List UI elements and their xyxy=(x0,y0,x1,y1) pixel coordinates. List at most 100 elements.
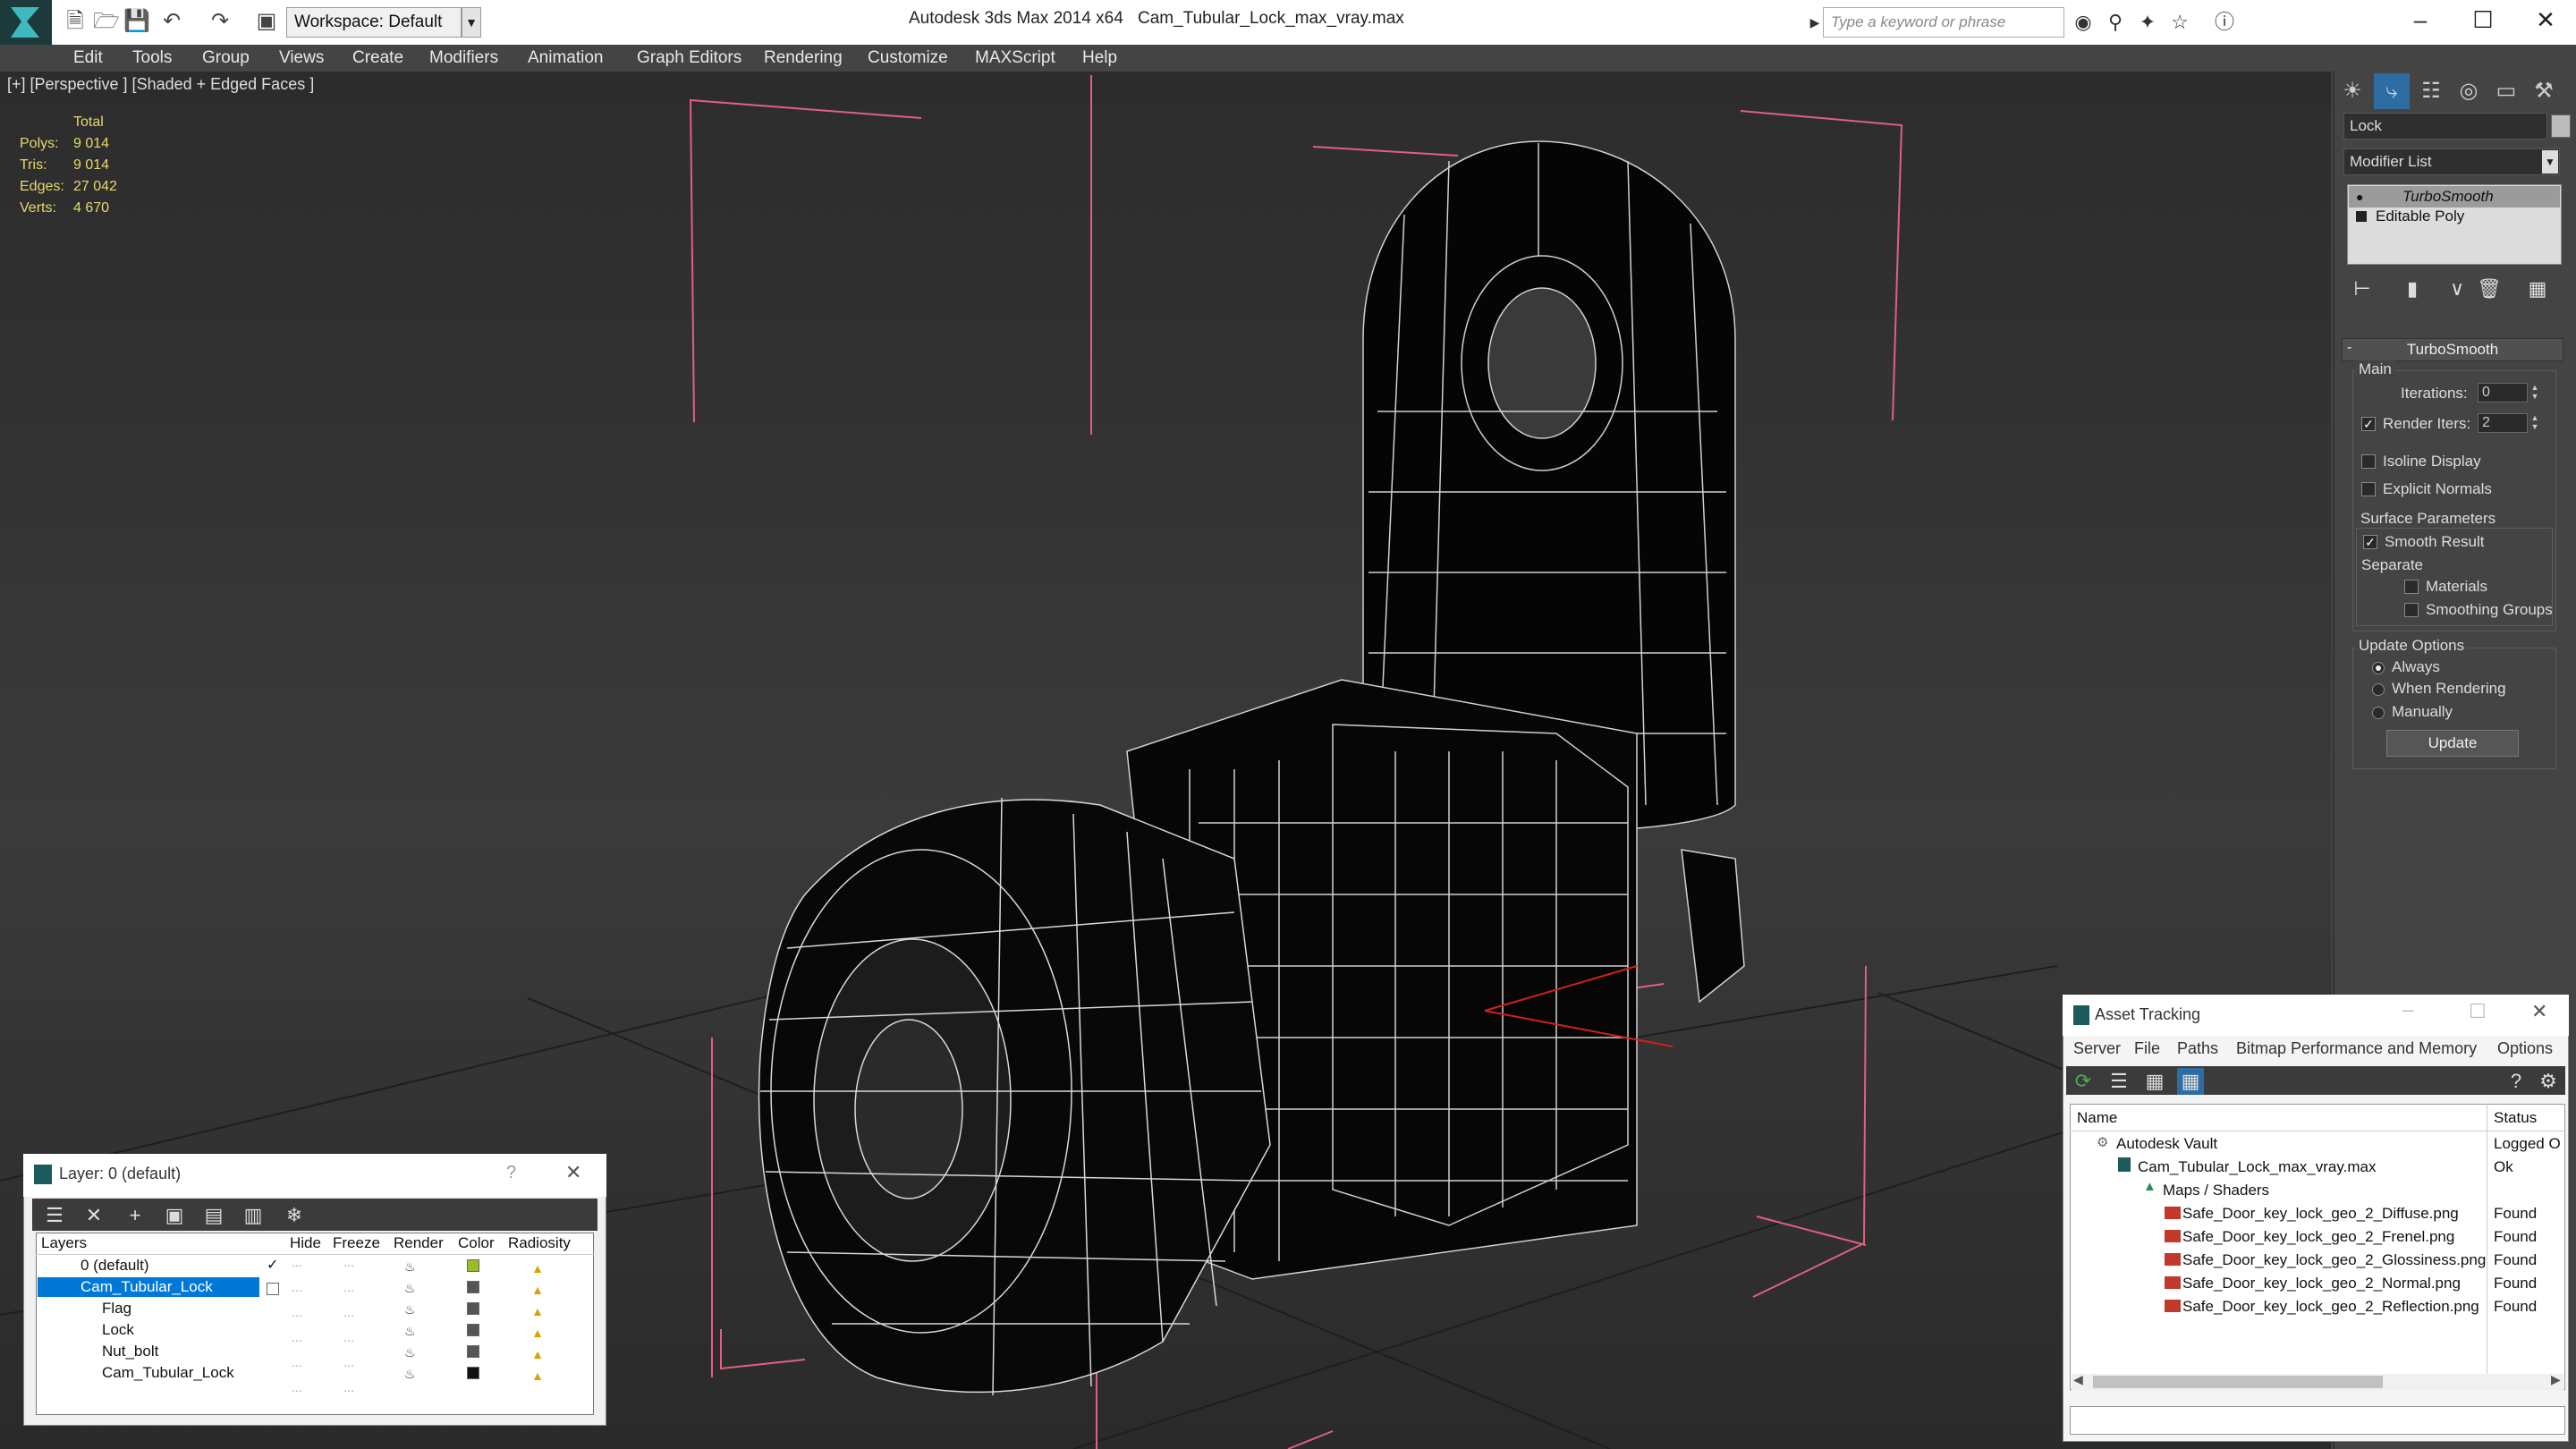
scroll-right-icon[interactable]: ▶ xyxy=(2551,1372,2561,1387)
modifier-list-arrow-icon[interactable]: ▼ xyxy=(2542,150,2558,174)
modify-tab-icon[interactable]: ⤷ xyxy=(2374,73,2410,109)
update-button[interactable]: Update xyxy=(2386,730,2519,757)
show-end-result-icon[interactable]: ▮ xyxy=(2397,274,2428,304)
asset-row-vault[interactable]: Autodesk Vault xyxy=(2116,1135,2217,1153)
menu-rendering[interactable]: Rendering xyxy=(764,45,843,72)
layer-row-cam-tubular-lock[interactable]: Cam_Tubular_Lock xyxy=(80,1278,213,1296)
col-radiosity[interactable]: Radiosity xyxy=(508,1234,571,1252)
add-to-layer-icon[interactable]: + xyxy=(122,1202,148,1229)
active-layer-check-icon[interactable]: ✓ xyxy=(267,1256,278,1274)
smooth-result-checkbox[interactable]: ✓ xyxy=(2363,535,2377,549)
redo-icon[interactable]: ↷ xyxy=(208,9,233,34)
col-render[interactable]: Render xyxy=(394,1234,444,1252)
menu-graph-editors[interactable]: Graph Editors xyxy=(637,45,741,72)
layer-color-swatch-0[interactable] xyxy=(467,1259,479,1272)
display-tab-icon[interactable]: ▭ xyxy=(2488,73,2524,109)
asset-close-icon[interactable]: ✕ xyxy=(2531,1000,2547,1023)
when-rendering-radio[interactable] xyxy=(2372,683,2385,696)
expand-box-icon[interactable] xyxy=(2356,211,2367,222)
asset-settings-icon[interactable]: ⚙ xyxy=(2535,1068,2562,1095)
iterations-spinner-arrows-icon[interactable]: ▲ ▼ xyxy=(2529,383,2540,402)
select-highlighted-icon[interactable]: ▣ xyxy=(161,1202,188,1229)
layer-close-icon[interactable]: ✕ xyxy=(565,1161,581,1184)
layer-color-swatch-2[interactable] xyxy=(467,1302,479,1315)
menu-edit[interactable]: Edit xyxy=(73,45,103,72)
isoline-display-checkbox[interactable] xyxy=(2361,454,2376,469)
layer-color-swatch-1[interactable] xyxy=(467,1281,479,1293)
smoothing-groups-checkbox[interactable] xyxy=(2404,603,2419,617)
menu-maxscript[interactable]: MAXScript xyxy=(975,45,1055,72)
asset-maximize-icon[interactable]: ☐ xyxy=(2469,1000,2487,1023)
menu-customize[interactable]: Customize xyxy=(868,45,948,72)
object-name-field[interactable]: Lock xyxy=(2343,113,2547,140)
menu-modifiers[interactable]: Modifiers xyxy=(429,45,498,72)
refresh-icon[interactable]: ⟳ xyxy=(2070,1068,2097,1095)
communication-center-icon[interactable]: ✦ xyxy=(2134,9,2161,36)
project-folder-icon[interactable]: ▣ xyxy=(254,9,279,34)
render-iters-spinner-arrows-icon[interactable]: ▲ ▼ xyxy=(2529,413,2540,433)
asset-row-maps-shaders[interactable]: Maps / Shaders xyxy=(2163,1182,2269,1199)
undo-icon[interactable]: ↶ xyxy=(159,9,184,34)
delete-layer-icon[interactable]: ✕ xyxy=(80,1202,107,1229)
layer-row-flag[interactable]: Flag xyxy=(102,1300,131,1318)
col-freeze[interactable]: Freeze xyxy=(333,1234,380,1252)
create-layer-icon[interactable]: ☰ xyxy=(41,1202,68,1229)
save-file-icon[interactable]: 💾 xyxy=(123,9,150,34)
asset-menu-server[interactable]: Server xyxy=(2073,1039,2121,1058)
favorites-star-icon[interactable]: ☆ xyxy=(2166,9,2193,36)
motion-tab-icon[interactable]: ◎ xyxy=(2451,73,2487,109)
hide-cells[interactable]: ⋯ ⋯ ⋯ ⋯ ⋯ ⋯ xyxy=(292,1259,303,1397)
col-status[interactable]: Status xyxy=(2494,1109,2537,1127)
render-iters-spinner[interactable]: 2 xyxy=(2478,413,2528,433)
iterations-spinner[interactable]: 0 xyxy=(2478,383,2528,402)
hierarchy-tab-icon[interactable]: ☷ xyxy=(2413,73,2449,109)
asset-row-reflection[interactable]: Safe_Door_key_lock_geo_2_Reflection.png xyxy=(2182,1298,2479,1316)
asset-menu-options[interactable]: Options xyxy=(2497,1039,2553,1058)
layer-color-swatch-3[interactable] xyxy=(467,1324,479,1336)
render-iters-checkbox[interactable]: ✓ xyxy=(2361,417,2376,431)
asset-row-max-file[interactable]: Cam_Tubular_Lock_max_vray.max xyxy=(2138,1158,2376,1176)
asset-minimize-icon[interactable]: – xyxy=(2402,998,2413,1021)
asset-row-normal[interactable]: Safe_Door_key_lock_geo_2_Normal.png xyxy=(2182,1275,2461,1292)
pin-stack-icon[interactable]: ⊢ xyxy=(2347,274,2377,304)
freeze-all-layers-icon[interactable]: ❄ xyxy=(281,1202,308,1229)
list-view-icon[interactable]: ☰ xyxy=(2106,1068,2132,1095)
menu-animation[interactable]: Animation xyxy=(528,45,604,72)
asset-row-frenel[interactable]: Safe_Door_key_lock_geo_2_Frenel.png xyxy=(2182,1228,2454,1246)
menu-help[interactable]: Help xyxy=(1082,45,1117,72)
search-input[interactable]: Type a keyword or phrase xyxy=(1823,7,2064,38)
utilities-tab-icon[interactable]: ⚒ xyxy=(2526,73,2562,109)
materials-checkbox[interactable] xyxy=(2404,580,2419,594)
modifier-list-dropdown[interactable]: Modifier List xyxy=(2343,148,2560,175)
layer-row-default[interactable]: 0 (default) xyxy=(80,1257,149,1275)
stack-item-editable-poly[interactable]: Editable Poly xyxy=(2376,208,2464,225)
menu-views[interactable]: Views xyxy=(279,45,324,72)
always-radio[interactable] xyxy=(2372,662,2385,674)
make-unique-icon[interactable]: ∨ xyxy=(2442,274,2472,304)
object-color-swatch[interactable] xyxy=(2551,114,2571,138)
new-file-icon[interactable]: 🗎 xyxy=(63,9,88,34)
col-hide[interactable]: Hide xyxy=(290,1234,321,1252)
light-bulb-icon[interactable]: ● xyxy=(2356,190,2363,204)
col-layers[interactable]: Layers xyxy=(41,1234,87,1252)
asset-row-glossiness[interactable]: Safe_Door_key_lock_geo_2_Glossiness.png xyxy=(2182,1251,2486,1269)
col-name[interactable]: Name xyxy=(2077,1109,2117,1127)
render-teapot-icon[interactable]: ♨ ♨ ♨ ♨ ♨ ♨ xyxy=(404,1256,416,1385)
remove-modifier-icon[interactable]: 🗑 xyxy=(2474,274,2504,304)
asset-menu-file[interactable]: File xyxy=(2134,1039,2160,1058)
asset-scrollbar-thumb[interactable] xyxy=(2093,1376,2383,1388)
layer-color-swatch-5[interactable] xyxy=(467,1367,479,1379)
thumbnail-view-icon[interactable]: ▦ xyxy=(2141,1068,2168,1095)
asset-row-diffuse[interactable]: Safe_Door_key_lock_geo_2_Diffuse.png xyxy=(2182,1205,2459,1223)
highlight-selected-icon[interactable]: ▤ xyxy=(200,1202,227,1229)
freeze-cells[interactable]: ⋯ ⋯ ⋯ ⋯ ⋯ ⋯ xyxy=(343,1259,355,1397)
col-color[interactable]: Color xyxy=(458,1234,495,1252)
radiosity-lamp-icon[interactable]: ▲ ▲ ▲ ▲ ▲ ▲ xyxy=(528,1258,547,1392)
close-icon[interactable]: ✕ xyxy=(2519,0,2572,39)
create-tab-icon[interactable]: ☀ xyxy=(2334,73,2370,109)
asset-menu-paths[interactable]: Paths xyxy=(2177,1039,2218,1058)
viewport-label[interactable]: [+] [Perspective ] [Shaded + Edged Faces… xyxy=(7,75,314,94)
turbosmooth-rollout-header[interactable]: TurboSmooth xyxy=(2342,338,2563,361)
menu-group[interactable]: Group xyxy=(202,45,250,72)
layer-row-nut-bolt[interactable]: Nut_bolt xyxy=(102,1343,158,1360)
